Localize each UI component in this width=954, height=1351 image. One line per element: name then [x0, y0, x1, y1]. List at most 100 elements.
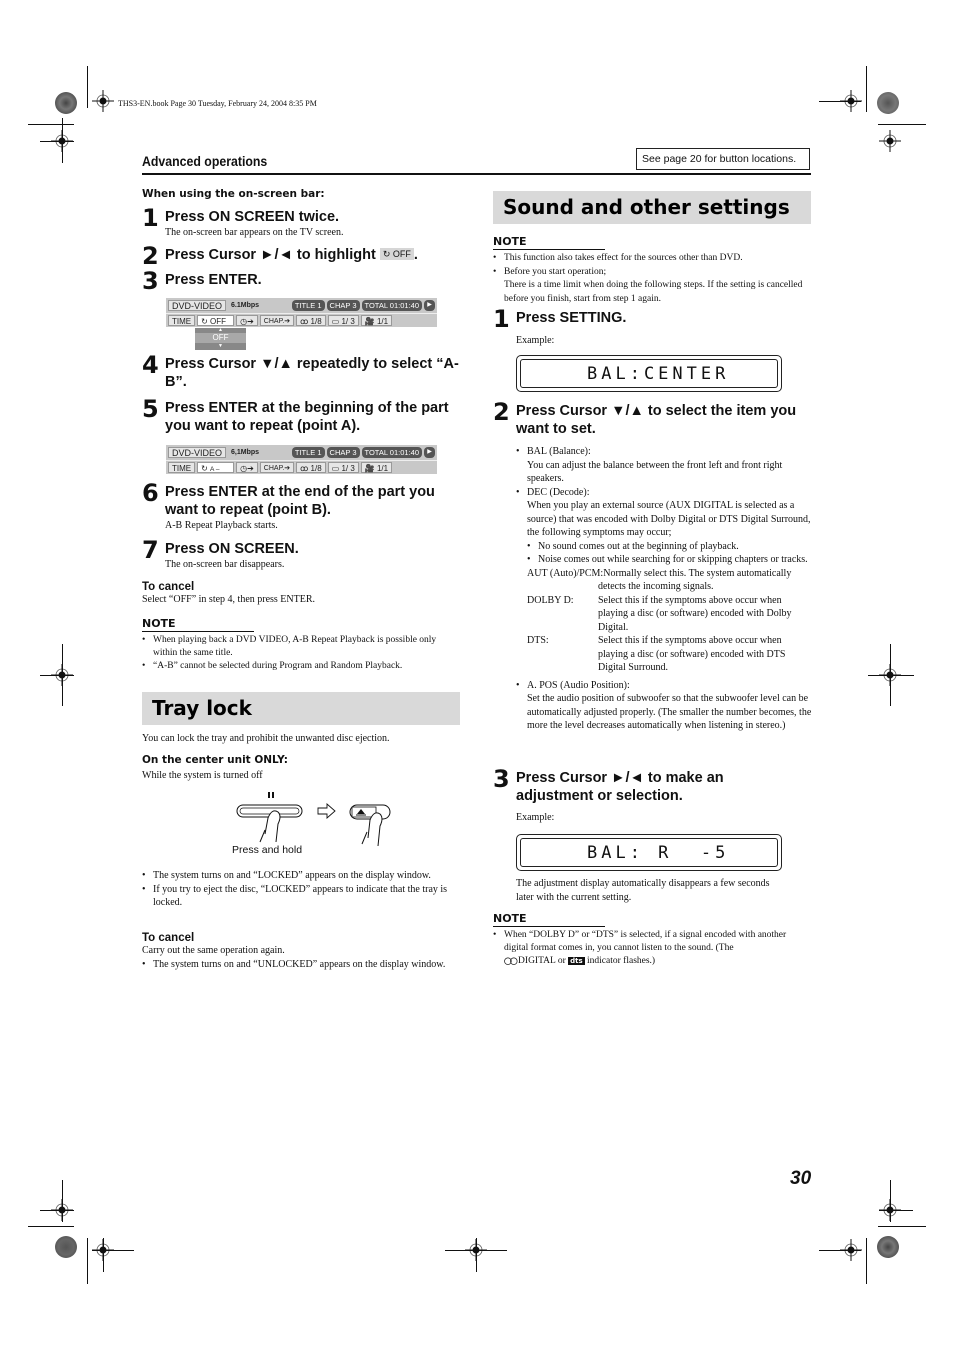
- note-item: When “DOLBY D” or “DTS” is selected, if …: [493, 929, 811, 968]
- step-number: 5: [142, 395, 159, 423]
- crop-line: [890, 1180, 891, 1222]
- camera-icon: 🎥: [364, 317, 377, 326]
- repeat-off-highlight: ↻ OFF: [379, 248, 414, 260]
- onscreen-bar-ab: DVD-VIDEO 6,1Mbps TITLE 1 CHAP 3 TOTAL 0…: [166, 445, 437, 474]
- repeat-dropdown[interactable]: ▲ OFF ▼: [195, 328, 246, 350]
- eject-button-icon: [349, 804, 391, 820]
- subtitle-button[interactable]: ▭ 1/ 3: [327, 462, 359, 473]
- setting-step-1: 1 Press SETTING. Example:: [493, 305, 627, 348]
- color-rosette-icon: [877, 1236, 899, 1258]
- tray-lock-illustration: [236, 792, 391, 847]
- crop-line: [62, 1180, 63, 1222]
- title-indicator: TITLE 1: [291, 447, 325, 458]
- clock-search-button[interactable]: ◷➔: [236, 315, 258, 326]
- bullet-item: The system turns on and “LOCKED” appears…: [142, 869, 460, 883]
- arrow-right-icon: [317, 803, 336, 819]
- crop-line: [878, 1226, 926, 1227]
- angle-button[interactable]: 🎥 1/1: [360, 315, 393, 326]
- dolby-digital-icon: ◯◯: [504, 957, 518, 965]
- play-icon: ▶: [424, 447, 435, 458]
- clock-search-button[interactable]: ◷➔: [236, 462, 258, 473]
- step-title: Press ENTER at the beginning of the part…: [165, 400, 449, 434]
- step-description: The on-screen bar appears on the TV scre…: [165, 227, 344, 238]
- repeat-button[interactable]: ↻ OFF: [197, 315, 235, 326]
- display-window: BAL:CENTER: [516, 355, 782, 392]
- setting-step-2: 2 Press Cursor ▼/▲ to select the item yo…: [493, 400, 806, 438]
- finger-icon: [259, 810, 281, 843]
- audio-icon: ꝏ: [300, 464, 311, 473]
- crop-line: [87, 1238, 88, 1284]
- crop-line: [28, 124, 74, 125]
- tray-lock-bullets: The system turns on and “LOCKED” appears…: [142, 869, 460, 910]
- display-window: BAL: R -5: [516, 834, 782, 871]
- section-title: Advanced operations: [142, 153, 268, 169]
- step-title: Press Cursor ►/◄ to make an adjustment o…: [516, 770, 724, 804]
- bullet-item: The system turns on and “UNLOCKED” appea…: [142, 958, 460, 972]
- chapter-search-button[interactable]: CHAP.➔: [259, 315, 295, 326]
- note-item: “A-B” cannot be selected during Program …: [142, 660, 460, 673]
- page-number: 30: [790, 1168, 812, 1189]
- crop-line: [40, 675, 74, 676]
- down-arrow-icon: ▼: [218, 343, 223, 349]
- audio-icon: ꝏ: [300, 317, 311, 326]
- step-1: 1 Press ON SCREEN twice. The on-screen b…: [142, 206, 344, 240]
- subtitle-button[interactable]: ▭ 1/ 3: [327, 315, 359, 326]
- arrow-icon: ➔: [284, 318, 291, 325]
- step-description: The on-screen bar disappears.: [165, 559, 285, 570]
- source-label: DVD-VIDEO: [168, 447, 227, 458]
- adjustment-note: The adjustment display automatically dis…: [516, 878, 770, 903]
- time-button[interactable]: TIME: [168, 462, 196, 473]
- play-icon: ▶: [424, 300, 435, 311]
- clock-icon: ◷➔: [240, 464, 254, 473]
- sound-settings-title: Sound and other settings: [493, 191, 811, 224]
- audio-button[interactable]: ꝏ 1/8: [296, 462, 326, 473]
- chapter-indicator: CHAP 3: [326, 300, 360, 311]
- display-text: BAL:CENTER: [520, 359, 778, 388]
- note-heading: NOTE: [142, 617, 254, 632]
- note-heading: NOTE: [493, 912, 605, 927]
- step-number: 7: [142, 536, 159, 564]
- chapter-search-button[interactable]: CHAP.➔: [259, 462, 295, 473]
- apos-item: A. POS (Audio Position):Set the audio po…: [516, 679, 812, 733]
- cancel-section: To cancel Select “OFF” in step 4, then p…: [142, 581, 460, 607]
- subtitle-icon: ▭: [331, 317, 342, 326]
- source-label: DVD-VIDEO: [168, 300, 227, 311]
- display-text: BAL: R -5: [520, 838, 778, 867]
- color-rosette-icon: [55, 92, 77, 114]
- note-item: When playing back a DVD VIDEO, A-B Repea…: [142, 634, 460, 660]
- dec-item: DEC (Decode):When you play an external s…: [516, 486, 812, 675]
- step-title: Press SETTING.: [516, 310, 627, 326]
- tray-cancel-section: To cancel Carry out the same operation a…: [142, 932, 460, 971]
- reference-note: See page 20 for button locations.: [636, 148, 810, 170]
- repeat-button[interactable]: ↻ A –: [197, 462, 235, 473]
- registration-mark-icon: [92, 90, 114, 112]
- color-rosette-icon: [877, 92, 899, 114]
- note-heading: NOTE: [493, 235, 605, 250]
- crop-line: [40, 1210, 74, 1211]
- audio-button[interactable]: ꝏ 1/8: [296, 315, 326, 326]
- highlight-text: OFF: [392, 249, 411, 259]
- step-title: Press ENTER.: [165, 272, 262, 288]
- crop-line: [866, 1238, 867, 1284]
- option-dts: DTS: Select this if the symptoms above oc…: [527, 635, 786, 673]
- note-section: NOTE This function also takes effect for…: [493, 235, 811, 306]
- time-button[interactable]: TIME: [168, 315, 196, 326]
- example-label: Example:: [516, 812, 555, 823]
- dts-icon: dts: [568, 957, 585, 965]
- step-number: 1: [493, 305, 510, 333]
- symptom-item: Noise comes out while searching for or s…: [527, 553, 812, 567]
- bal-item: BAL (Balance):You can adjust the balance…: [516, 445, 812, 486]
- clock-icon: ◷➔: [240, 317, 254, 326]
- crop-line: [28, 1226, 74, 1227]
- total-time: TOTAL 01:01:40: [361, 447, 422, 458]
- note-item: This function also takes effect for the …: [493, 252, 811, 266]
- bitrate: 6,1Mbps: [231, 449, 260, 456]
- cancel-heading: To cancel: [142, 932, 195, 944]
- note-section: NOTE When playing back a DVD VIDEO, A-B …: [142, 617, 460, 673]
- angle-button[interactable]: 🎥 1/1: [360, 462, 393, 473]
- step-title: Press ENTER at the end of the part you w…: [165, 484, 435, 518]
- step-number: 2: [142, 242, 159, 270]
- onscreen-heading: When using the on-screen bar:: [142, 188, 325, 200]
- setting-items: BAL (Balance):You can adjust the balance…: [516, 445, 812, 733]
- title-indicator: TITLE 1: [291, 300, 325, 311]
